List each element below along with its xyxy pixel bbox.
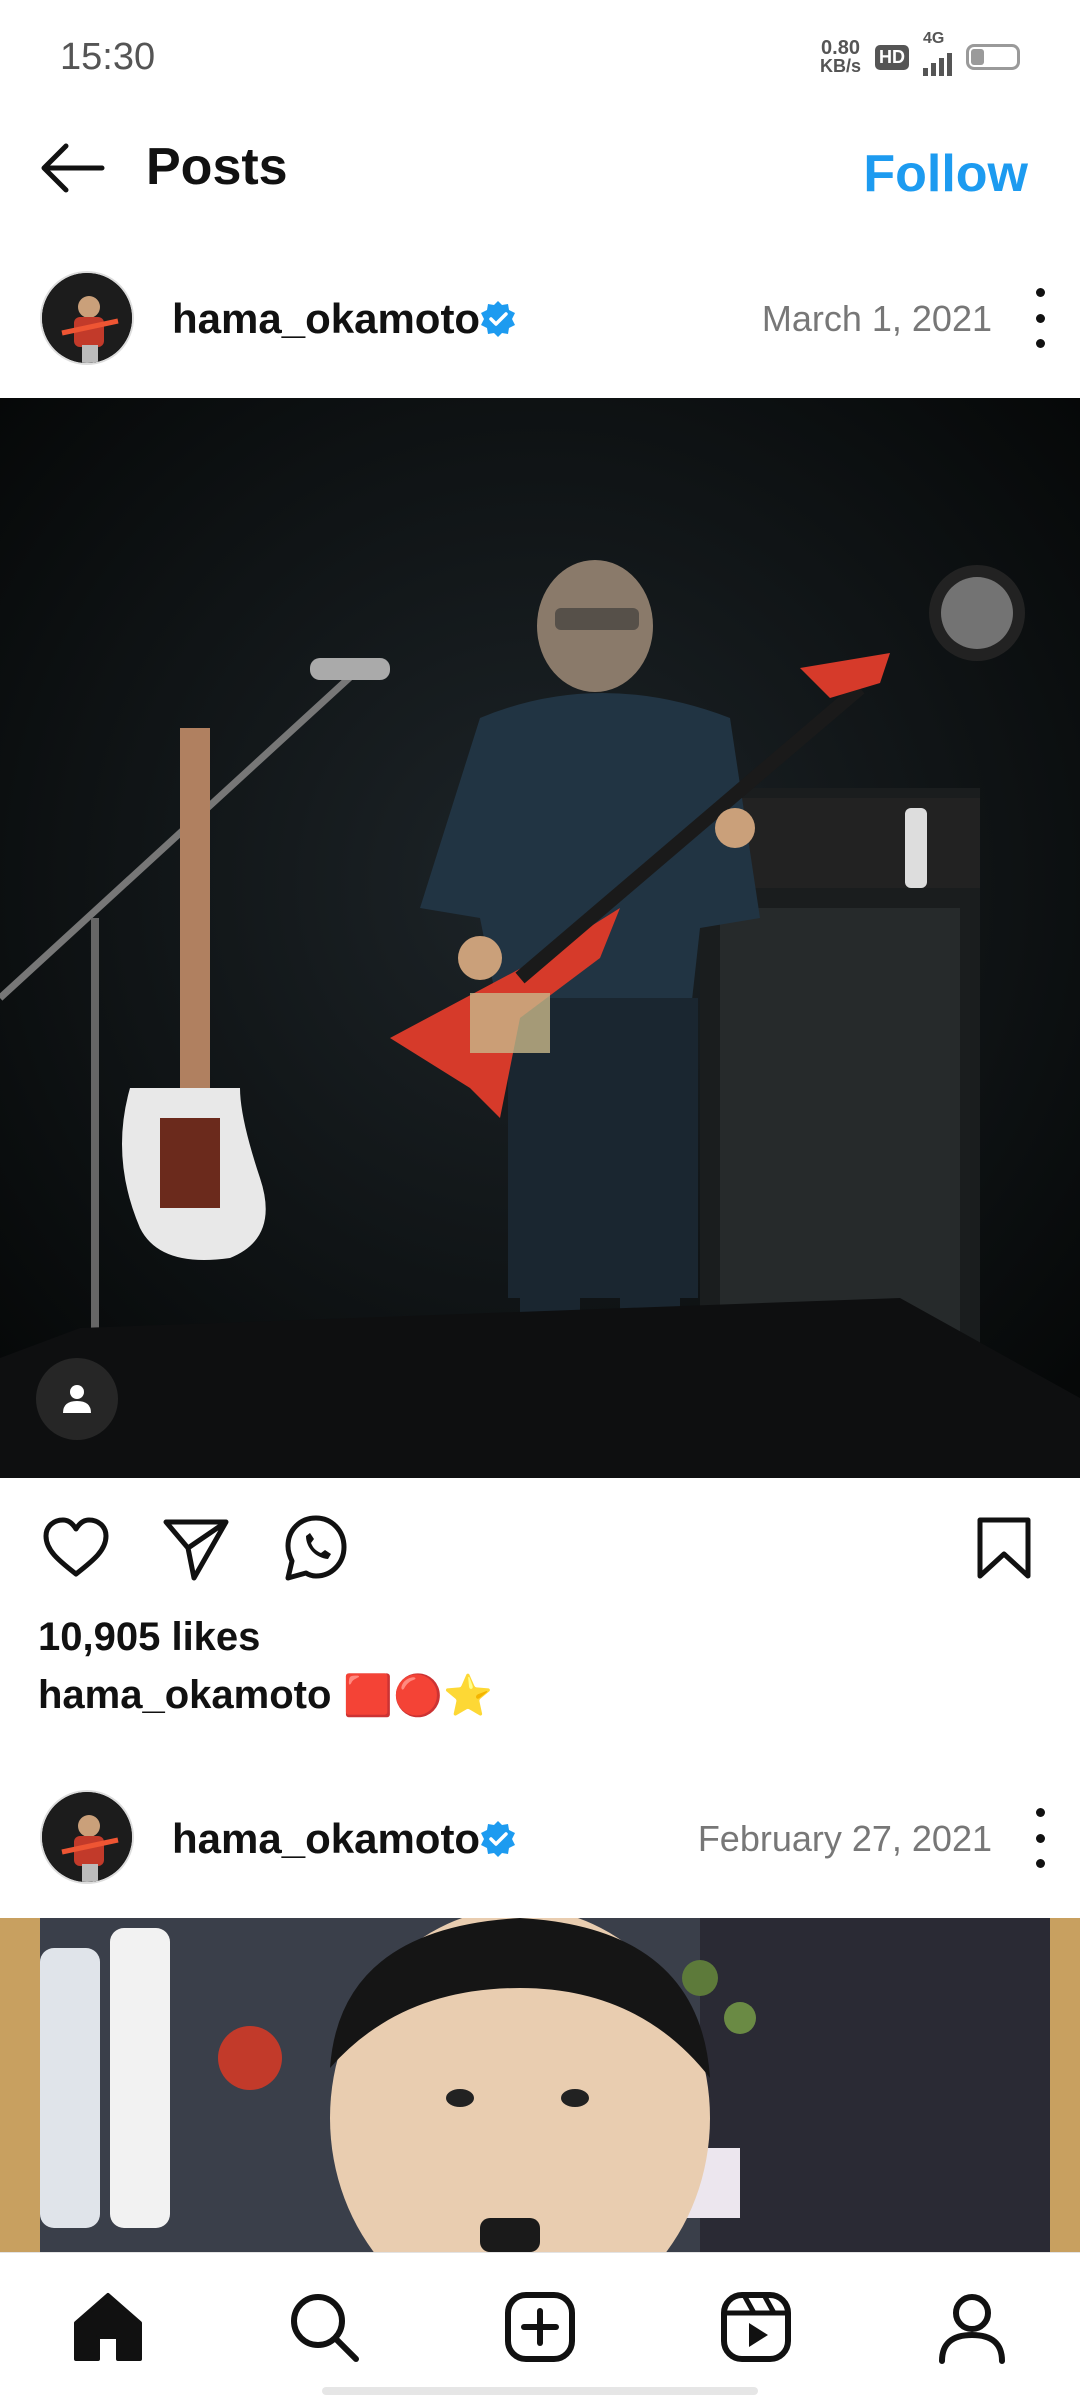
post-username[interactable]: hama_okamoto (172, 295, 480, 343)
caption-text: 🟥🔴⭐ (343, 1674, 493, 1718)
avatar[interactable] (40, 271, 134, 365)
post-date: February 27, 2021 (697, 1818, 992, 1859)
person-icon (63, 1385, 91, 1413)
hd-badge: HD (875, 44, 909, 70)
avatar-image (42, 1792, 132, 1882)
home-icon[interactable] (68, 2287, 148, 2367)
signal-icon: 4G (923, 30, 952, 76)
like-heart-icon[interactable] (40, 1512, 112, 1584)
avatar[interactable] (40, 1790, 134, 1884)
create-post-icon[interactable] (500, 2287, 580, 2367)
status-icons: 0.80 KB/s HD 4G (819, 30, 1020, 76)
avatar-image (42, 273, 132, 363)
caption-username[interactable]: hama_okamoto (38, 1673, 331, 1718)
search-icon[interactable] (284, 2287, 364, 2367)
post-date: March 1, 2021 (761, 298, 992, 339)
more-options-button[interactable] (1030, 1808, 1050, 1868)
whatsapp-icon[interactable] (280, 1512, 352, 1584)
verified-badge-icon (481, 301, 515, 337)
share-paper-plane-icon[interactable] (160, 1512, 232, 1584)
page-title: Posts (146, 138, 288, 196)
bottom-navigation (0, 2252, 1080, 2401)
post-photo (0, 398, 1080, 1478)
likes-count[interactable]: 10,905 likes (38, 1615, 260, 1660)
back-button[interactable] (36, 138, 108, 198)
profile-icon[interactable] (932, 2287, 1012, 2367)
status-time: 15:30 (60, 36, 156, 78)
reels-icon[interactable] (716, 2287, 796, 2367)
net-speed: 0.80 KB/s (819, 37, 861, 76)
tagged-users-button[interactable] (36, 1358, 118, 1440)
post-username[interactable]: hama_okamoto (172, 1815, 480, 1863)
arrow-left-icon (41, 143, 105, 193)
post-image[interactable] (0, 398, 1080, 1478)
home-indicator (322, 2387, 758, 2395)
save-bookmark-icon[interactable] (968, 1512, 1040, 1584)
battery-icon (966, 44, 1020, 70)
post-photo (0, 1918, 1080, 2252)
follow-button[interactable]: Follow (863, 144, 1028, 204)
post-image[interactable] (0, 1918, 1080, 2252)
caption: hama_okamoto 🟥🔴⭐ (38, 1672, 493, 1719)
more-options-button[interactable] (1030, 288, 1050, 348)
verified-badge-icon (481, 1821, 515, 1857)
